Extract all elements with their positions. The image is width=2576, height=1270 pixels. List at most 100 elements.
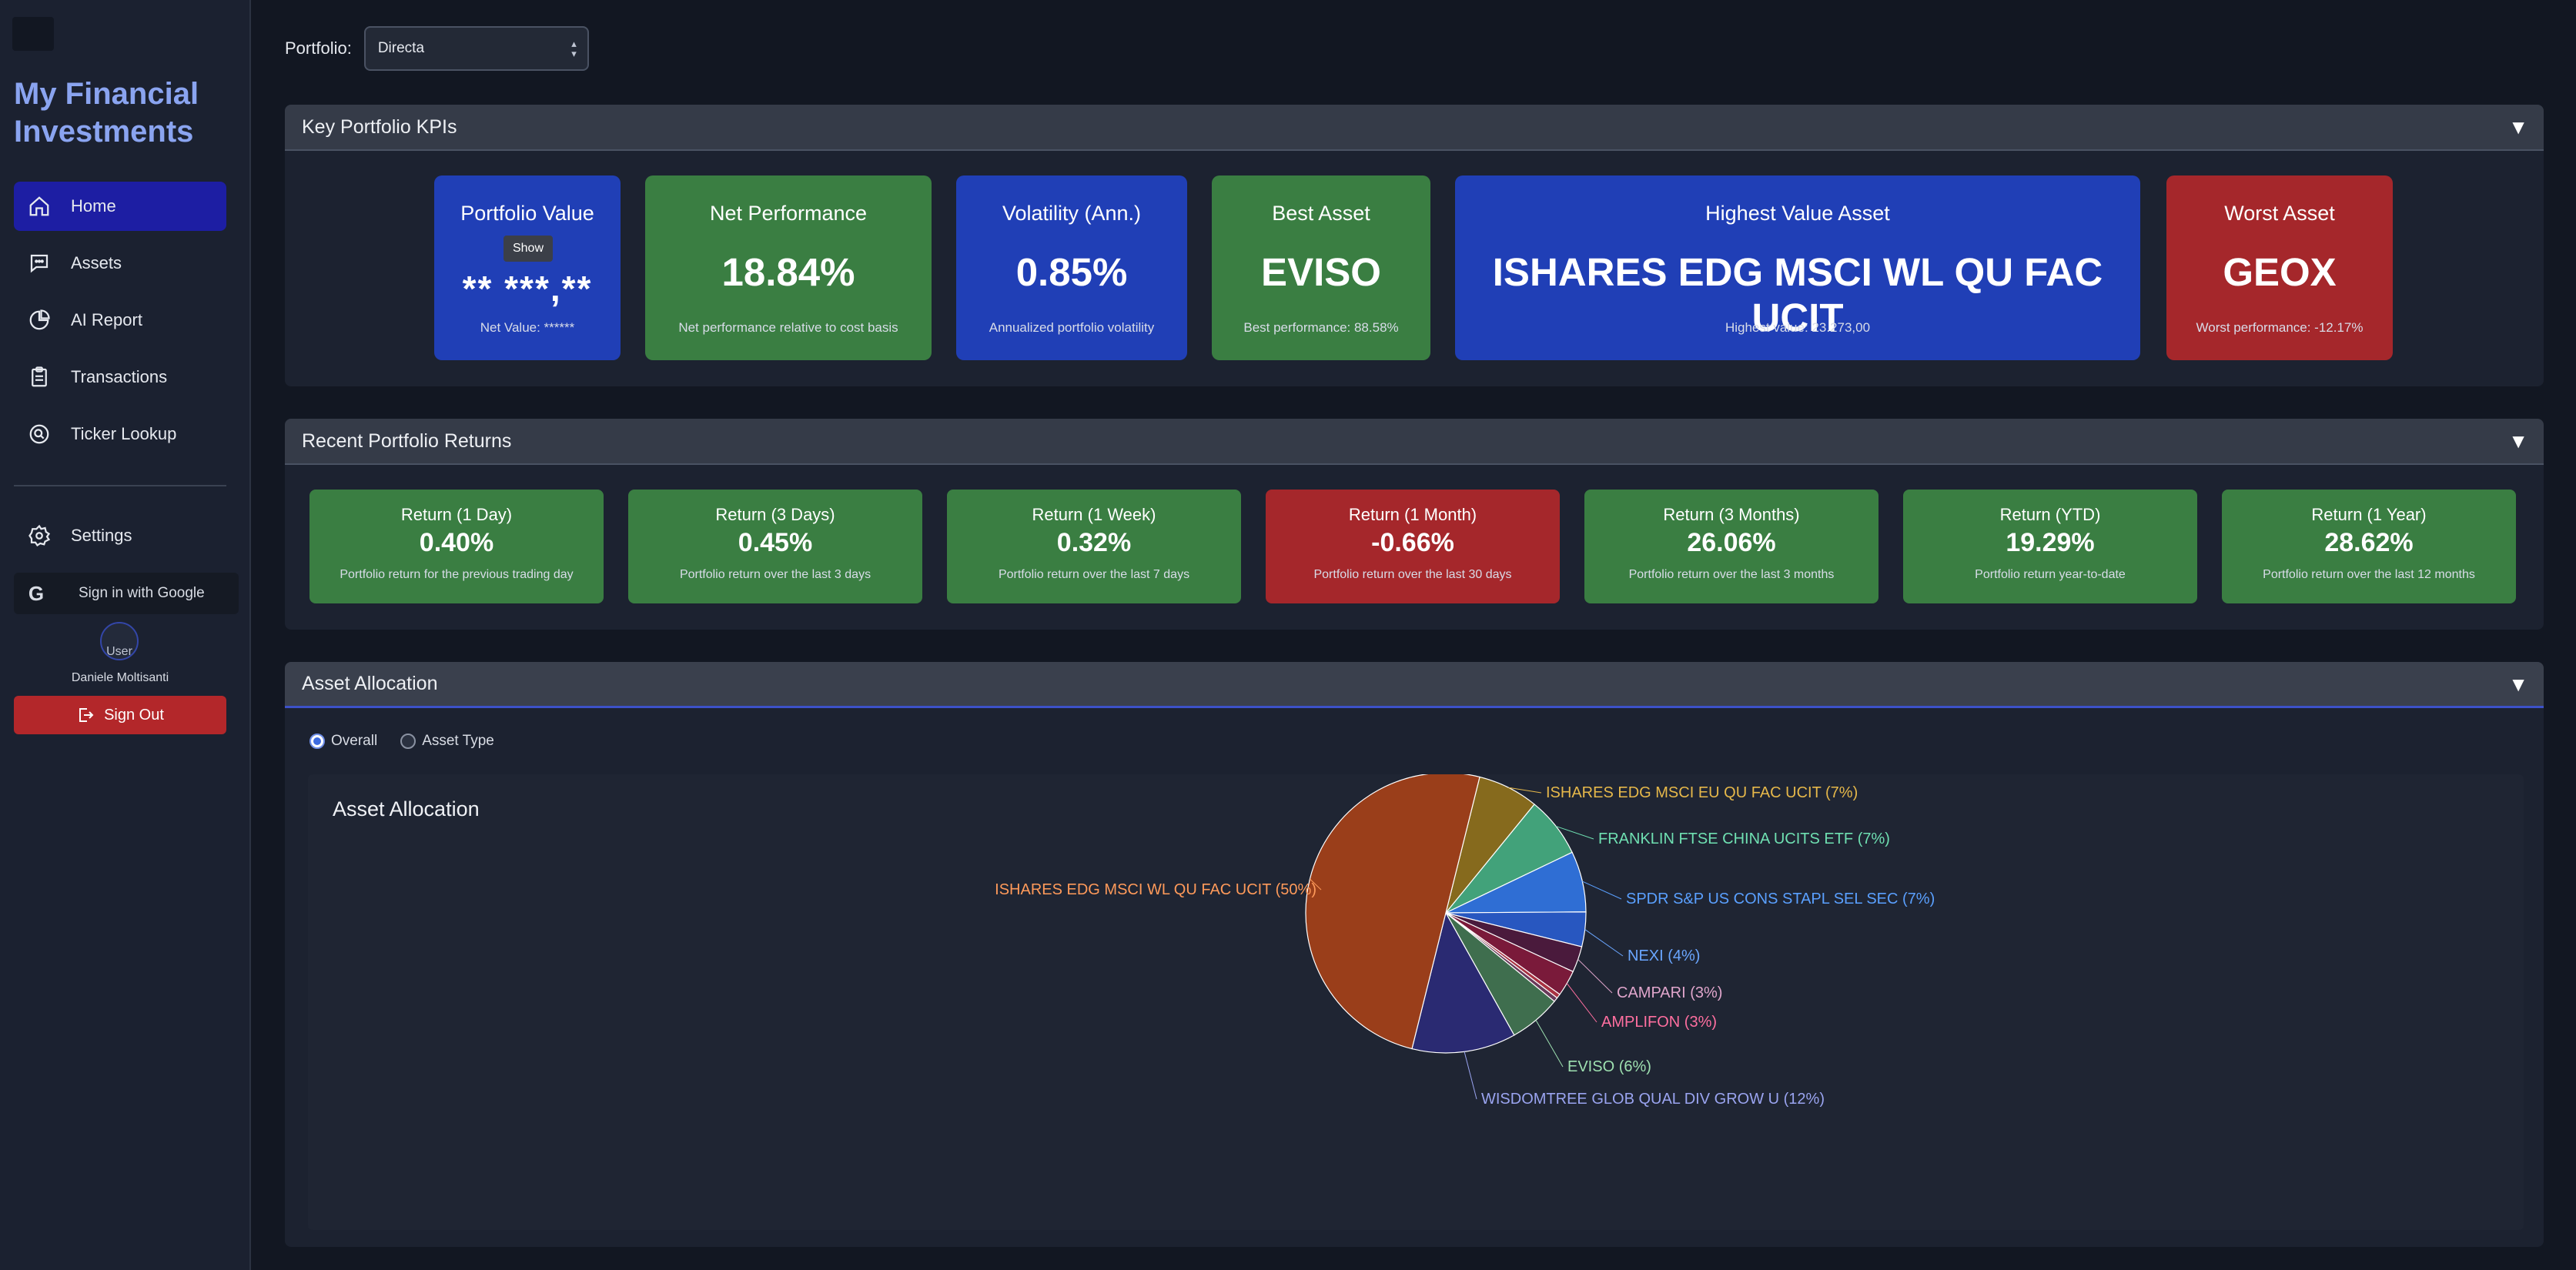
pie-slice-label: NEXI (4%) xyxy=(1628,947,1700,964)
section-title: Key Portfolio KPIs xyxy=(302,115,457,138)
return-title: Return (3 Months) xyxy=(1663,505,1800,524)
gear-icon xyxy=(28,524,51,547)
return-title: Return (1 Day) xyxy=(400,505,513,524)
radio-overall[interactable]: Overall xyxy=(309,733,377,750)
sidebar-item-label: Home xyxy=(71,196,116,216)
radio-dot[interactable] xyxy=(400,734,417,749)
return-title: Return (1 Year) xyxy=(2311,505,2427,524)
kpi-card-worst-asset: Worst Asset GEOX Worst performance: -12.… xyxy=(2166,175,2393,360)
pie-label-leader xyxy=(1535,1020,1564,1068)
main-content: Portfolio: Directa ▴ ▾ Key Portfolio KPIs… xyxy=(253,0,2576,1270)
return-subtitle: Portfolio return for the previous tradin… xyxy=(340,568,574,581)
return-value: 26.06% xyxy=(1687,528,1776,557)
return-title: Return (3 Days) xyxy=(715,505,835,524)
portfolio-select-value: Directa xyxy=(377,40,425,56)
return-subtitle: Portfolio return year-to-date xyxy=(1975,568,2126,581)
kpi-title: Worst Asset xyxy=(2224,202,2335,225)
sidebar-settings: Settings xyxy=(14,511,226,568)
return-card-1-week: Return (1 Week) 0.32% Portfolio return o… xyxy=(947,490,1241,603)
pie-slice-label: ISHARES EDG MSCI EU QU FAC UCIT (7%) xyxy=(1546,784,1858,801)
kpi-card-portfolio-value: Portfolio Value Show ** ***,** Net Value… xyxy=(434,175,621,360)
allocation-pie-chart: ISHARES EDG MSCI EU QU FAC UCIT (7%) FRAN… xyxy=(995,774,1935,1108)
sidebar-item-assets[interactable]: Assets xyxy=(14,239,226,288)
returns-section-header[interactable]: Recent Portfolio Returns ▼ xyxy=(285,419,2544,465)
pie-chart-icon xyxy=(29,309,50,330)
kpi-subtitle: Net Value: ****** xyxy=(480,320,575,335)
sidebar: My Financial Investments Home Assets AI … xyxy=(0,0,251,1270)
return-card-1-day: Return (1 Day) 0.40% Portfolio return fo… xyxy=(309,490,604,603)
allocation-section: Asset Allocation ▼ Overall Asset Type As… xyxy=(285,662,2544,1247)
return-card-3-months: Return (3 Months) 26.06% Portfolio retur… xyxy=(1584,490,1878,603)
kpi-card-best-asset: Best Asset EVISO Best performance: 88.58… xyxy=(1212,175,1430,360)
return-subtitle: Portfolio return over the last 3 months xyxy=(1628,568,1835,581)
kpi-subtitle: Highest value: 23.273,00 xyxy=(1725,320,1871,335)
kpi-title: Highest Value Asset xyxy=(1705,202,1890,225)
sidebar-item-ai-report[interactable]: AI Report xyxy=(14,296,226,345)
pie-slice-label: CAMPARI (3%) xyxy=(1617,984,1722,1001)
logout-icon xyxy=(79,708,94,722)
pie-slice-label: EVISO (6%) xyxy=(1567,1058,1651,1075)
collapse-caret-icon[interactable]: ▼ xyxy=(2508,673,2528,697)
return-subtitle: Portfolio return over the last 30 days xyxy=(1313,568,1512,581)
app-logo xyxy=(12,17,54,51)
pie-slice-label: SPDR S&P US CONS STAPL SEL SEC (7%) xyxy=(1626,891,1935,907)
kpi-section-header[interactable]: Key Portfolio KPIs ▼ xyxy=(285,105,2544,151)
sign-out-button[interactable]: Sign Out xyxy=(14,696,226,734)
sidebar-item-transactions[interactable]: Transactions xyxy=(14,353,226,402)
kpi-value: GEOX xyxy=(2223,250,2337,294)
search-icon xyxy=(29,424,49,444)
return-subtitle: Portfolio return over the last 12 months xyxy=(2263,568,2475,581)
kpi-title: Portfolio Value xyxy=(460,202,594,225)
radio-label: Overall xyxy=(331,733,378,749)
kpi-value: ** ***,** xyxy=(462,269,593,309)
sidebar-item-settings[interactable]: Settings xyxy=(14,511,226,560)
avatar: User xyxy=(100,622,139,660)
kpi-title: Best Asset xyxy=(1272,202,1370,225)
google-signin-button[interactable]: G Sign in with Google xyxy=(14,573,239,614)
app-title: My Financial Investments xyxy=(14,77,199,149)
radio-asset-type[interactable]: Asset Type xyxy=(400,733,494,750)
portfolio-label: Portfolio: xyxy=(285,38,352,58)
home-icon xyxy=(29,196,49,216)
kpi-value: 0.85% xyxy=(1015,250,1128,294)
sidebar-item-label: AI Report xyxy=(71,310,142,329)
kpi-subtitle: Net performance relative to cost basis xyxy=(678,320,898,335)
return-card-1-year: Return (1 Year) 28.62% Portfolio return … xyxy=(2222,490,2516,603)
sidebar-item-label: Assets xyxy=(71,253,122,272)
avatar-alt-text: User xyxy=(106,645,132,658)
pie-label-leader xyxy=(1577,959,1613,994)
kpi-value: EVISO xyxy=(1261,250,1381,294)
return-value: 0.45% xyxy=(738,528,813,557)
return-value: 0.40% xyxy=(419,528,494,557)
return-title: Return (1 Month) xyxy=(1348,505,1477,524)
sidebar-item-home[interactable]: Home xyxy=(14,182,226,231)
pie-slice-label: WISDOMTREE GLOB QUAL DIV GROW U (12%) xyxy=(1481,1091,1825,1108)
show-value-button[interactable]: Show xyxy=(503,236,553,262)
return-value: -0.66% xyxy=(1371,528,1454,557)
collapse-caret-icon[interactable]: ▼ xyxy=(2508,115,2528,139)
portfolio-select[interactable]: Directa ▴ ▾ xyxy=(363,26,589,71)
portfolio-selector-row: Portfolio: Directa ▴ ▾ xyxy=(285,26,589,71)
pie-slice-label: ISHARES EDG MSCI WL QU FAC UCIT (50%) xyxy=(995,881,1316,898)
return-title: Return (1 Week) xyxy=(1032,505,1156,524)
pie-label-leader xyxy=(1566,983,1597,1023)
pie-label-leader xyxy=(1464,1051,1477,1100)
kpi-card-highest-value-asset: Highest Value Asset ISHARES EDG MSCI WL … xyxy=(1455,175,2140,360)
allocation-section-header[interactable]: Asset Allocation ▼ xyxy=(285,662,2544,708)
sidebar-item-label: Ticker Lookup xyxy=(71,424,177,443)
return-card-3-days: Return (3 Days) 0.45% Portfolio return o… xyxy=(628,490,922,603)
kpi-section: Key Portfolio KPIs ▼ Portfolio Value Sho… xyxy=(285,105,2544,386)
returns-section: Recent Portfolio Returns ▼ Return (1 Day… xyxy=(285,419,2544,630)
radio-dot[interactable] xyxy=(309,734,325,749)
section-title: Recent Portfolio Returns xyxy=(302,429,512,452)
return-value: 0.32% xyxy=(1056,528,1132,557)
google-signin-label: Sign in with Google xyxy=(79,585,205,601)
collapse-caret-icon[interactable]: ▼ xyxy=(2508,429,2528,453)
section-title: Asset Allocation xyxy=(302,673,438,694)
return-subtitle: Portfolio return over the last 7 days xyxy=(998,568,1190,581)
sidebar-item-ticker-lookup[interactable]: Ticker Lookup xyxy=(14,409,226,459)
sign-out-label: Sign Out xyxy=(104,706,164,724)
return-card-1-month: Return (1 Month) -0.66% Portfolio return… xyxy=(1266,490,1560,603)
clipboard-icon xyxy=(32,366,47,387)
pie-label-leader xyxy=(1584,929,1624,957)
